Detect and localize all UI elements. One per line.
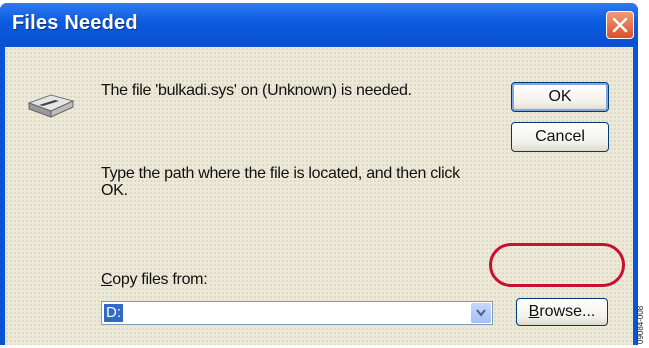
figure-id: 09084-008 [636,305,645,344]
path-combobox[interactable]: D: [101,301,493,325]
ok-button[interactable]: OK [511,82,609,112]
instruction-text: Type the path where the file is located,… [101,165,460,199]
window-title: Files Needed [12,12,138,34]
copy-label-text: opy files from: [112,271,208,288]
floppy-drive-icon [25,89,77,124]
close-button[interactable] [606,11,634,39]
file-needed-message: The file 'bulkadi.sys' on (Unknown) is n… [101,82,412,99]
copy-files-from-label: Copy files from: [101,271,208,289]
dropdown-button[interactable] [471,303,491,323]
dialog-body: The file 'bulkadi.sys' on (Unknown) is n… [5,47,633,345]
cancel-button[interactable]: Cancel [511,122,609,152]
copy-label-accesskey: C [101,271,113,288]
browse-accesskey: B [528,303,540,320]
title-bar[interactable]: Files Needed [0,3,638,47]
path-input-value[interactable]: D: [104,304,123,322]
browse-button[interactable]: Browse... [516,298,608,326]
browse-label-text: rowse... [539,303,596,320]
files-needed-dialog: Files Needed The file 'bulkadi.sys' on (… [0,3,638,345]
